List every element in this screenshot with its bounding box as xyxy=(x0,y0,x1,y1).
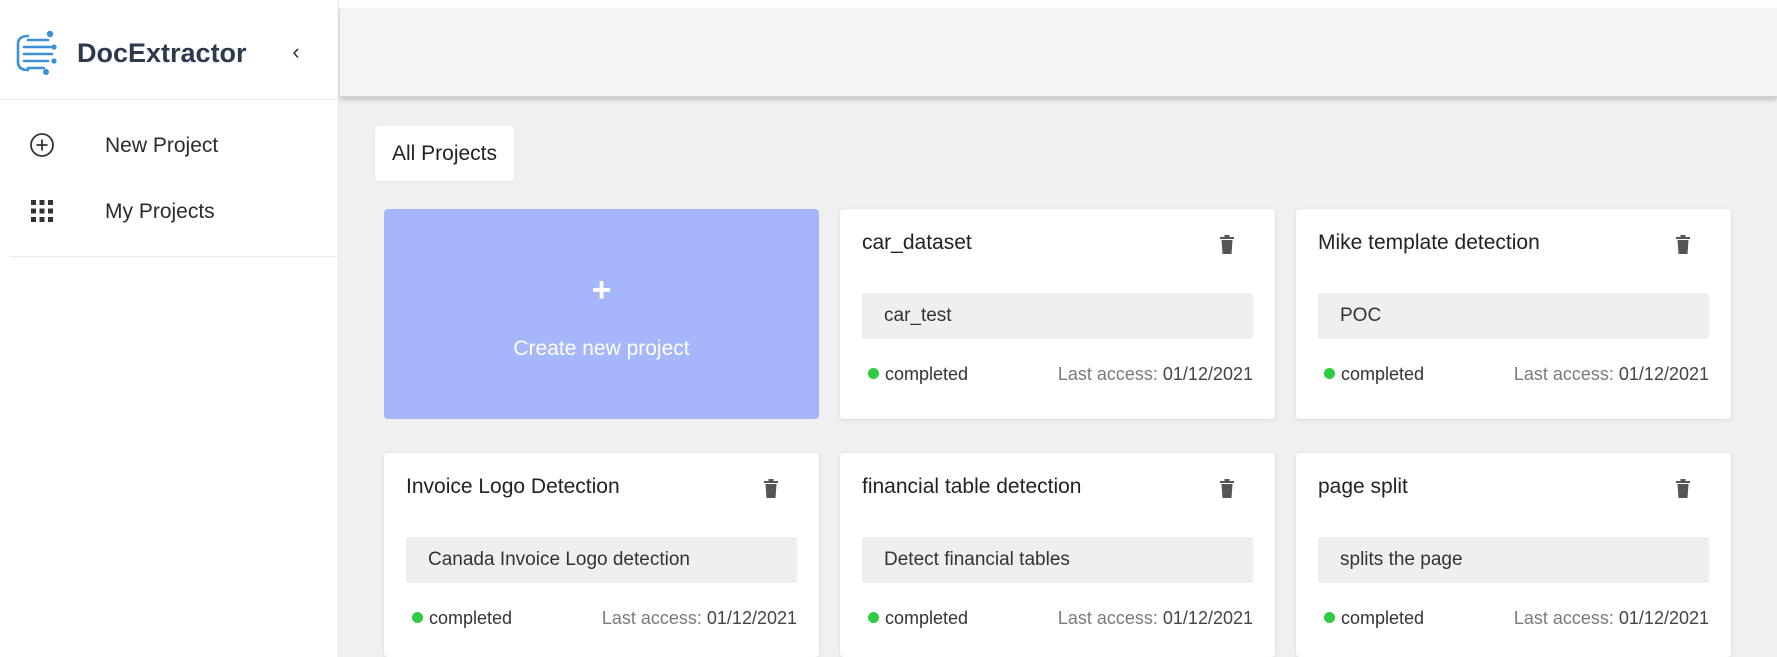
last-access-label: Last access: xyxy=(1057,364,1158,384)
project-description: POC xyxy=(1318,293,1709,339)
last-access: Last access: 01/12/2021 xyxy=(602,608,797,629)
sidebar-item-label: New Project xyxy=(105,134,219,157)
create-project-label: Create new project xyxy=(513,337,690,360)
sidebar-divider xyxy=(10,256,339,257)
sidebar-item-label: My Projects xyxy=(105,200,215,223)
trash-icon[interactable] xyxy=(1675,235,1691,255)
status-text: completed xyxy=(885,608,969,628)
last-access-label: Last access: xyxy=(1513,364,1614,384)
sidebar-item-new-project[interactable]: New Project xyxy=(0,110,339,176)
project-card[interactable]: Invoice Logo Detection Canada Invoice Lo… xyxy=(384,453,819,657)
tab-all-projects[interactable]: All Projects xyxy=(375,126,514,181)
project-description: Detect financial tables xyxy=(862,537,1253,583)
last-access: Last access: 01/12/2021 xyxy=(1514,608,1709,629)
status-dot-icon xyxy=(1324,368,1335,379)
sidebar-nav: New Project My Projects xyxy=(0,110,339,242)
project-title: Invoice Logo Detection xyxy=(406,475,620,498)
status-badge: completed xyxy=(868,608,968,629)
status-text: completed xyxy=(1341,608,1425,628)
sidebar-item-my-projects[interactable]: My Projects xyxy=(0,176,339,242)
project-title: Mike template detection xyxy=(1318,231,1540,254)
status-badge: completed xyxy=(868,364,968,385)
status-text: completed xyxy=(429,608,513,628)
trash-icon[interactable] xyxy=(1675,479,1691,499)
project-title: financial table detection xyxy=(862,475,1082,498)
project-description: splits the page xyxy=(1318,537,1709,583)
status-text: completed xyxy=(885,364,969,384)
trash-icon[interactable] xyxy=(1219,479,1235,499)
project-card[interactable]: car_dataset car_test completed Last acce… xyxy=(840,209,1275,419)
project-title: page split xyxy=(1318,475,1408,498)
sidebar: DocExtractor ‹ New Project My Projects xyxy=(0,0,339,657)
status-badge: completed xyxy=(1324,364,1424,385)
trash-icon[interactable] xyxy=(763,479,779,499)
project-card[interactable]: financial table detection Detect financi… xyxy=(840,453,1275,657)
last-access: Last access: 01/12/2021 xyxy=(1514,364,1709,385)
project-description: Canada Invoice Logo detection xyxy=(406,537,797,583)
project-card[interactable]: Mike template detection POC completed La… xyxy=(1296,209,1731,419)
status-dot-icon xyxy=(1324,612,1335,623)
last-access: Last access: 01/12/2021 xyxy=(1058,608,1253,629)
status-text: completed xyxy=(1341,364,1425,384)
last-access-date: 01/12/2021 xyxy=(1618,364,1709,384)
status-badge: completed xyxy=(1324,608,1424,629)
plus-icon: + xyxy=(591,271,612,309)
last-access-label: Last access: xyxy=(601,608,702,628)
project-title: car_dataset xyxy=(862,231,972,254)
last-access: Last access: 01/12/2021 xyxy=(1058,364,1253,385)
project-description: car_test xyxy=(862,293,1253,339)
docextractor-logo-icon xyxy=(16,30,57,75)
last-access-label: Last access: xyxy=(1057,608,1158,628)
last-access-label: Last access: xyxy=(1513,608,1614,628)
status-dot-icon xyxy=(868,368,879,379)
project-card[interactable]: page split splits the page completed Las… xyxy=(1296,453,1731,657)
last-access-date: 01/12/2021 xyxy=(706,608,797,628)
trash-icon[interactable] xyxy=(1219,235,1235,255)
grid-icon xyxy=(31,200,53,222)
status-dot-icon xyxy=(868,612,879,623)
plus-circle-icon xyxy=(30,133,54,157)
brand-header: DocExtractor ‹ xyxy=(0,0,339,100)
last-access-date: 01/12/2021 xyxy=(1618,608,1709,628)
create-project-card[interactable]: + Create new project xyxy=(384,209,819,419)
app-name: DocExtractor xyxy=(77,38,247,68)
chevron-left-icon[interactable]: ‹ xyxy=(284,38,308,66)
status-dot-icon xyxy=(412,612,423,623)
top-bar xyxy=(340,8,1777,98)
last-access-date: 01/12/2021 xyxy=(1162,364,1253,384)
last-access-date: 01/12/2021 xyxy=(1162,608,1253,628)
status-badge: completed xyxy=(412,608,512,629)
